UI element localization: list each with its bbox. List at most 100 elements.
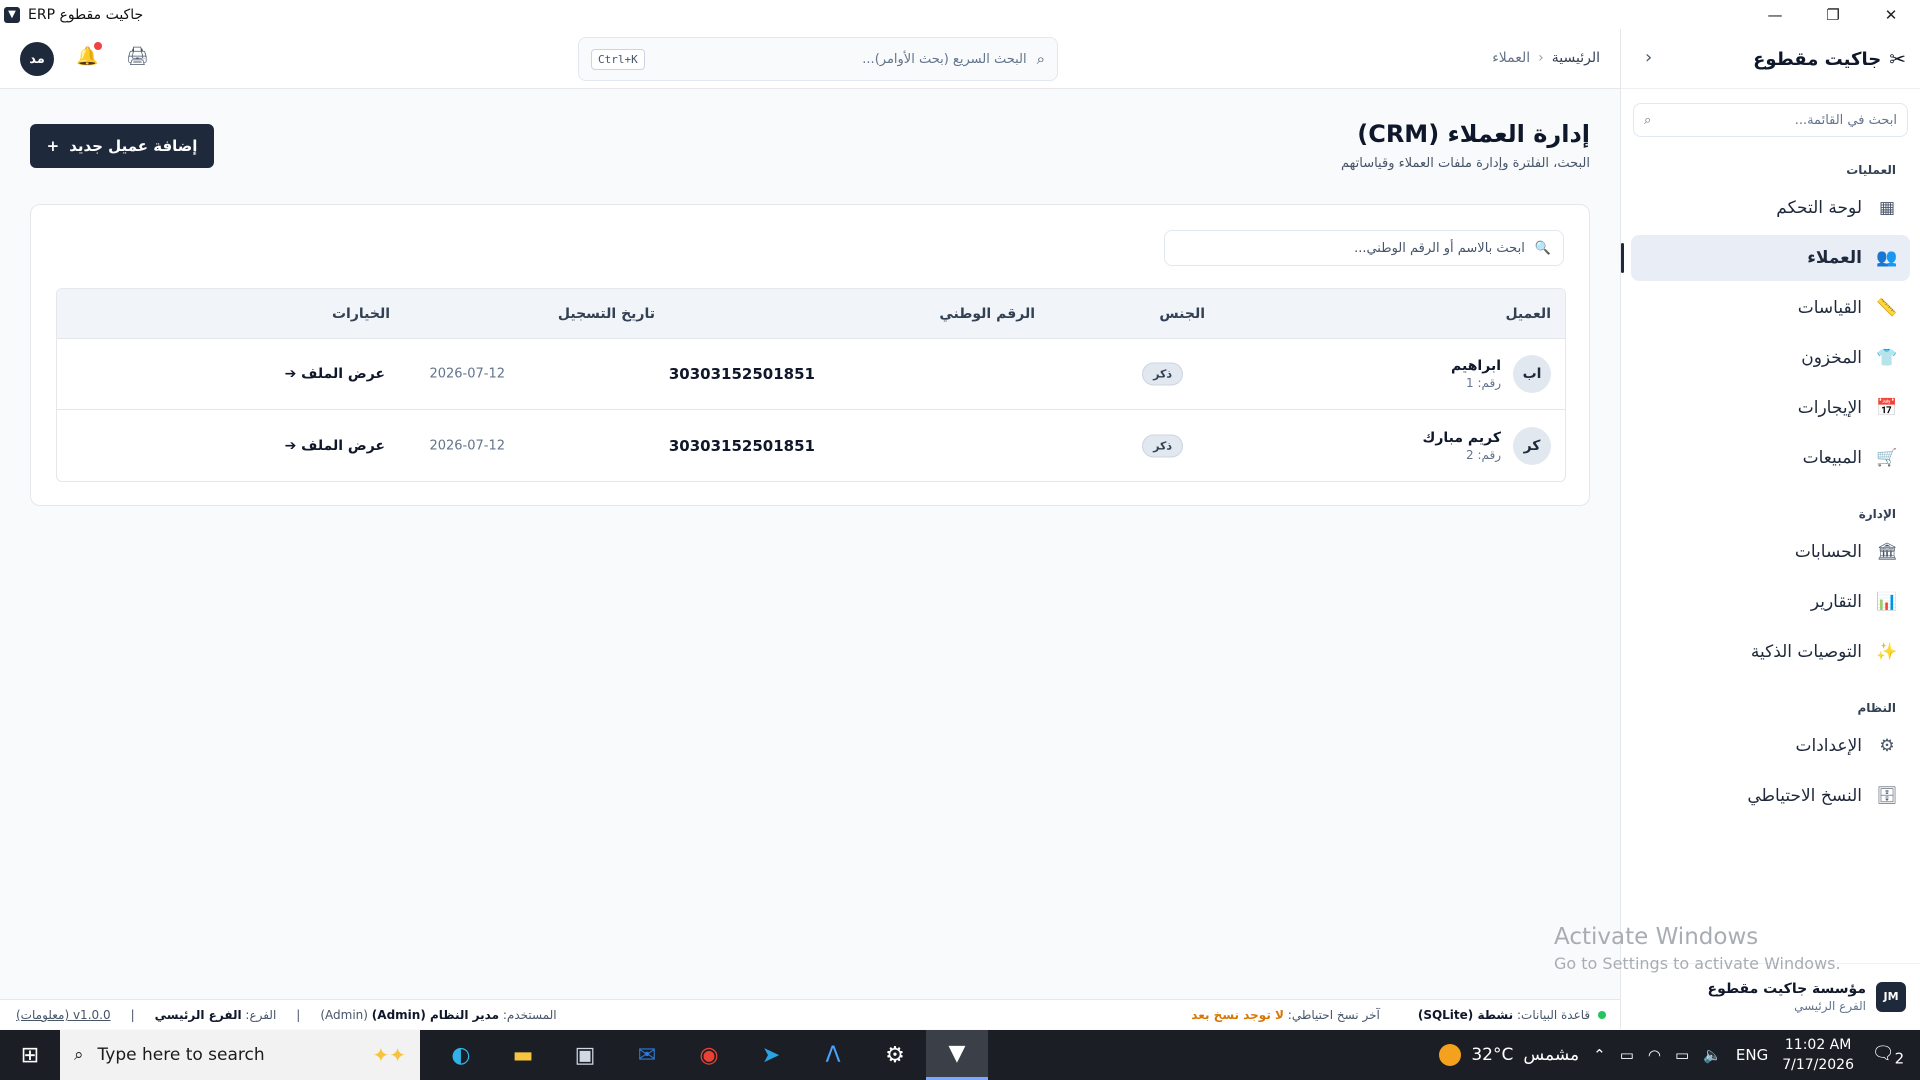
bank-icon: 🏛: [1876, 542, 1898, 562]
computer-icon[interactable]: ▣: [554, 1030, 616, 1080]
shortcut-badge: Ctrl+K: [591, 48, 645, 70]
quick-search-input[interactable]: Ctrl+K البحث السريع (بحث الأوامر)... ⌕: [578, 37, 1058, 81]
sidebar-item-accounts[interactable]: 🏛 الحسابات: [1631, 529, 1910, 575]
sidebar-item-dashboard[interactable]: ▦ لوحة التحكم: [1631, 185, 1910, 231]
brand-name: جاكيت مقطوع: [1753, 48, 1882, 70]
app-a-icon[interactable]: Λ: [802, 1030, 864, 1080]
database-icon: 🗄: [1876, 786, 1898, 806]
table-row[interactable]: كر كريم مبارك رقم: 2 ذكر 30303152501851 …: [57, 410, 1565, 481]
view-profile-link[interactable]: عرض الملف ➔: [285, 438, 385, 454]
sidebar-item-label: التقارير: [1810, 592, 1862, 612]
collapse-sidebar-button[interactable]: ‹: [1645, 47, 1652, 68]
page-subtitle: البحث، الفلترة وإدارة ملفات العملاء وقيا…: [1340, 156, 1590, 171]
sidebar-item-backup[interactable]: 🗄 النسخ الاحتياطي: [1631, 773, 1910, 819]
sidebar-header: ✂ جاكيت مقطوع ‹: [1621, 29, 1920, 89]
db-status-value: نشطة (SQLite): [1417, 1008, 1514, 1022]
sidebar-item-clients[interactable]: 👥 العملاء: [1621, 235, 1910, 281]
watermark-line1: Activate Windows: [1554, 924, 1759, 950]
user-role: (Admin): [320, 1008, 368, 1022]
status-left: المستخدم: مدير النظام (Admin) (Admin) | …: [16, 1008, 557, 1022]
sidebar-item-label: المبيعات: [1802, 448, 1862, 468]
cart-icon: 🛒: [1876, 448, 1898, 468]
db-status-label: قاعدة البيانات:: [1516, 1008, 1591, 1022]
printer-icon[interactable]: 🖨: [126, 46, 149, 67]
notification-center-icon[interactable]: 🗨2: [1868, 1043, 1908, 1068]
dashboard-icon: ▦: [1878, 198, 1896, 218]
sidebar-section-title: الإدارة: [1858, 507, 1896, 521]
watermark-line2: Go to Settings to activate Windows.: [1554, 954, 1841, 973]
sidebar-item-label: القياسات: [1797, 298, 1862, 318]
close-button[interactable]: ✕: [1862, 0, 1920, 29]
chevron-left-icon: ‹: [1538, 50, 1544, 66]
sidebar-section-title: النظام: [1857, 701, 1896, 715]
weather-desc: مشمس: [1523, 1045, 1580, 1065]
meet-icon[interactable]: ▭: [1620, 1046, 1634, 1064]
bell-icon[interactable]: 🔔: [76, 42, 103, 67]
sidebar: ✂ جاكيت مقطوع ‹ ابحث في القائمة... ⌕ الع…: [1620, 29, 1920, 1029]
sidebar-item-reports[interactable]: 📊 التقارير: [1631, 579, 1910, 625]
column-header: تاريخ التسجيل: [557, 305, 655, 322]
status-right: قاعدة البيانات: نشطة (SQLite) آخر نسخ اح…: [1191, 1008, 1606, 1022]
client-name: ابراهيم: [1451, 358, 1501, 374]
table-row[interactable]: اب ابراهيم رقم: 1 ذكر 30303152501851 202…: [57, 339, 1565, 410]
weather-widget[interactable]: 32°C مشمس: [1439, 1044, 1579, 1066]
sparkles-icon: ✦✦: [372, 1043, 406, 1067]
sidebar-item-label: التوصيات الذكية: [1750, 642, 1862, 662]
clock[interactable]: 11:02 AM 7/17/2026: [1782, 1035, 1854, 1075]
view-profile-link[interactable]: عرض الملف ➔: [285, 366, 385, 382]
minimize-button[interactable]: —: [1746, 0, 1804, 29]
sidebar-item-settings[interactable]: ⚙ الإعدادات: [1631, 723, 1910, 769]
chevron-up-icon[interactable]: ⌃: [1593, 1046, 1606, 1064]
client-avatar: كر: [1513, 426, 1551, 465]
add-client-button[interactable]: إضافة عميل جديد +: [30, 124, 214, 168]
sidebar-item-measurements[interactable]: 📏 القياسات: [1631, 285, 1910, 331]
windows-start-icon[interactable]: ⊞: [0, 1030, 60, 1080]
add-client-label: إضافة عميل جديد: [69, 137, 198, 155]
settings-icon[interactable]: ⚙: [864, 1030, 926, 1080]
column-header: الجنس: [1159, 305, 1205, 322]
branch-value: الفرع الرئيسي: [154, 1008, 242, 1022]
sidebar-item-label: الإعدادات: [1795, 736, 1862, 756]
client-search-input[interactable]: 🔍 ابحث بالاسم أو الرقم الوطني...: [1164, 230, 1564, 266]
column-header: الرقم الوطني: [939, 305, 1035, 322]
wifi-icon[interactable]: ◠: [1648, 1046, 1661, 1064]
user-status: المستخدم: مدير النظام (Admin) (Admin): [320, 1008, 556, 1022]
client-name: كريم مبارك: [1422, 429, 1502, 446]
taskbar-search-input[interactable]: ⌕ Type here to search ✦✦: [60, 1030, 420, 1080]
language-indicator[interactable]: ENG: [1736, 1046, 1768, 1064]
notification-count: 2: [1894, 1049, 1905, 1068]
file-explorer-icon[interactable]: ▬: [492, 1030, 554, 1080]
clock-time: 11:02 AM: [1784, 1037, 1852, 1053]
db-status-dot: [1598, 1011, 1606, 1019]
sidebar-item-rentals[interactable]: 📅 الإيجارات: [1631, 385, 1910, 431]
weather-temp: 32°C: [1471, 1045, 1514, 1065]
client-cell: اب ابراهيم رقم: 1: [1451, 355, 1551, 393]
sidebar-section-title: العمليات: [1846, 163, 1896, 177]
column-header: العميل: [1505, 305, 1551, 322]
chrome-icon[interactable]: ◉: [678, 1030, 740, 1080]
sidebar-item-inventory[interactable]: 👕 المخزون: [1631, 335, 1910, 381]
client-avatar: اب: [1513, 355, 1551, 393]
search-icon: 🔍: [1534, 240, 1551, 256]
sidebar-item-sales[interactable]: 🛒 المبيعات: [1631, 435, 1910, 481]
national-id: 30303152501851: [668, 436, 815, 455]
restore-button[interactable]: ❐: [1804, 0, 1862, 29]
volume-icon[interactable]: 🔈: [1703, 1046, 1722, 1064]
battery-icon[interactable]: ▭: [1675, 1046, 1689, 1064]
telegram-icon[interactable]: ➤: [740, 1030, 802, 1080]
sidebar-item-smart-recommendations[interactable]: ✨ التوصيات الذكية: [1631, 629, 1910, 675]
search-icon: ⌕: [1644, 112, 1652, 128]
version-link[interactable]: v1.0.0 (معلومات): [16, 1008, 111, 1022]
sidebar-item-label: الإيجارات: [1797, 398, 1862, 418]
edge-icon[interactable]: ◐: [430, 1030, 492, 1080]
breadcrumb-home[interactable]: الرئيسية: [1552, 50, 1600, 66]
outlook-icon[interactable]: ✉: [616, 1030, 678, 1080]
avatar[interactable]: مد: [20, 42, 54, 76]
sidebar-search-input[interactable]: ابحث في القائمة... ⌕: [1633, 103, 1908, 137]
clients-table: العميل الجنس الرقم الوطني تاريخ التسجيل …: [56, 288, 1566, 482]
window-title: جاكيت مقطوع ERP: [28, 6, 144, 23]
erp-app-icon[interactable]: ▼: [926, 1030, 988, 1080]
table-header: العميل الجنس الرقم الوطني تاريخ التسجيل …: [57, 289, 1565, 339]
activate-windows-watermark: Activate Windows Go to Settings to activ…: [1554, 924, 1841, 973]
client-number: رقم: 1: [1465, 376, 1501, 390]
